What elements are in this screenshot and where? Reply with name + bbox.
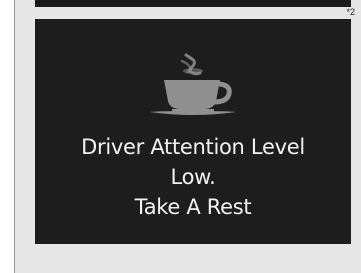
manual-panel: *2 Driver Attention Level Low. Take A Re… [14,0,361,273]
top-display-edge [35,0,351,7]
display-screen: Driver Attention Level Low. Take A Rest [35,19,351,244]
coffee-cup-icon [150,53,236,115]
message-line-1: Driver Attention Level [81,135,305,159]
footnote-marker: *2 [346,7,355,17]
message-line-2: Low. [170,165,216,189]
message-line-3: Take A Rest [134,195,252,219]
warning-message: Driver Attention Level Low. Take A Rest [35,132,351,222]
